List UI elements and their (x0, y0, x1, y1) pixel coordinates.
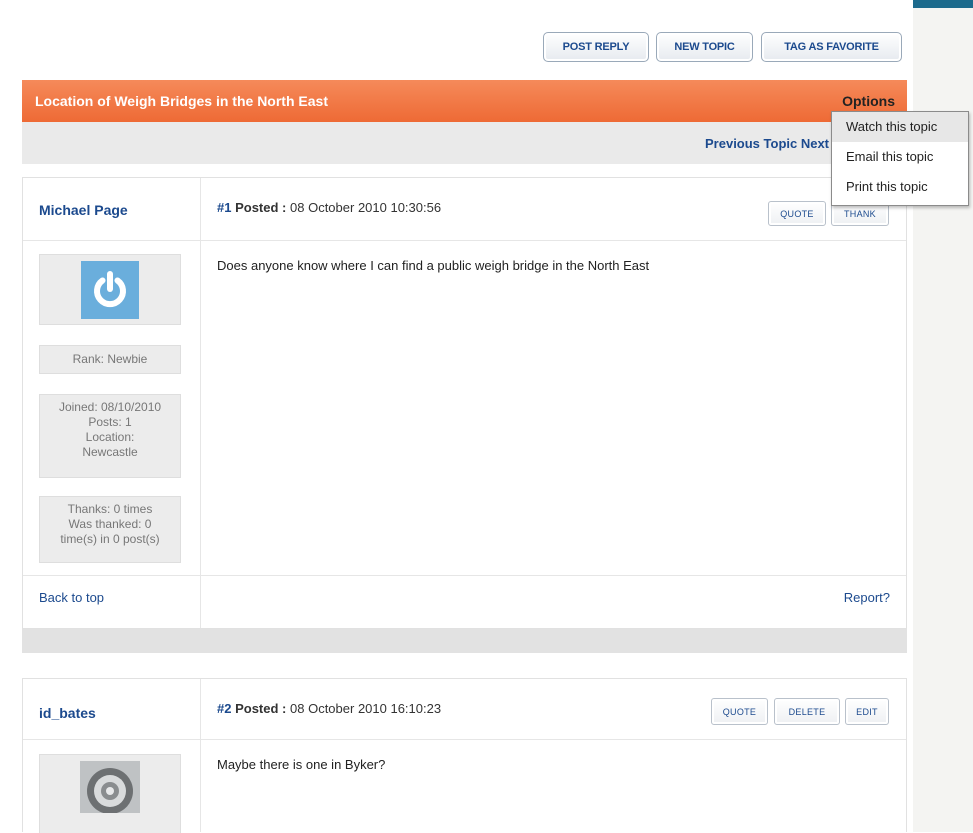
edit-button[interactable]: EDIT (845, 698, 889, 725)
menu-item-email-topic[interactable]: Email this topic (832, 142, 968, 172)
location-label: Location: (85, 430, 135, 444)
post-number-link[interactable]: #1 (217, 200, 231, 215)
post-author-name[interactable]: Michael Page (39, 202, 128, 218)
back-to-top-link[interactable]: Back to top (39, 590, 104, 605)
post-meta: #2 Posted : 08 October 2010 16:10:23 (217, 701, 441, 716)
post-date: 08 October 2010 16:10:23 (290, 701, 442, 716)
location-value: Newcastle (82, 445, 138, 459)
post-date: 08 October 2010 10:30:56 (290, 200, 442, 215)
options-menu-button[interactable]: Options (842, 93, 895, 109)
topic-nav-bar: Previous Topic Next Topic (22, 122, 907, 164)
post-separator (22, 629, 907, 653)
posted-label: Posted : (235, 701, 287, 716)
right-accent-strip (913, 0, 973, 8)
quote-button[interactable]: QUOTE (711, 698, 768, 725)
post-reply-button[interactable]: POST REPLY (543, 32, 649, 62)
topic-title: Location of Weigh Bridges in the North E… (35, 93, 328, 109)
was-thanked: Was thanked: 0 (68, 517, 152, 531)
avatar-frame (39, 254, 181, 325)
thanks-box: Thanks: 0 times Was thanked: 0 time(s) i… (39, 496, 181, 563)
post-message: Maybe there is one in Byker? (217, 757, 386, 772)
rank-text: Rank: Newbie (72, 352, 148, 366)
post-footer: Back to top Report? (23, 575, 906, 620)
avatar-power-icon (81, 261, 139, 319)
rank-box: Rank: Newbie (39, 345, 181, 374)
post-number-link[interactable]: #2 (217, 701, 231, 716)
post-meta: #1 Posted : 08 October 2010 10:30:56 (217, 200, 441, 215)
options-dropdown-menu: Watch this topic Email this topic Print … (831, 111, 969, 206)
post-message: Does anyone know where I can find a publ… (217, 258, 650, 273)
delete-button[interactable]: DELETE (774, 698, 840, 725)
post-author-name[interactable]: id_bates (39, 705, 96, 721)
posted-label: Posted : (235, 200, 287, 215)
report-link[interactable]: Report? (844, 590, 890, 605)
menu-item-print-topic[interactable]: Print this topic (832, 172, 968, 202)
quote-button[interactable]: QUOTE (768, 201, 826, 226)
thanked-posts: time(s) in 0 post(s) (60, 532, 160, 546)
avatar-frame (39, 754, 181, 833)
new-topic-button[interactable]: NEW TOPIC (656, 32, 753, 62)
thanks-count: Thanks: 0 times (67, 502, 153, 516)
topic-title-bar: Location of Weigh Bridges in the North E… (22, 80, 907, 122)
tag-as-favorite-button[interactable]: TAG AS FAVORITE (761, 32, 902, 62)
post-1: Michael Page #1 Posted : 08 October 2010… (22, 177, 907, 629)
user-stats-box: Joined: 08/10/2010 Posts: 1 Location: Ne… (39, 394, 181, 478)
joined-date: Joined: 08/10/2010 (58, 400, 162, 414)
avatar-wheel-icon (80, 761, 140, 813)
post-2: id_bates #2 Posted : 08 October 2010 16:… (22, 678, 907, 833)
post-count: Posts: 1 (88, 415, 132, 429)
menu-item-watch-topic[interactable]: Watch this topic (832, 112, 968, 142)
